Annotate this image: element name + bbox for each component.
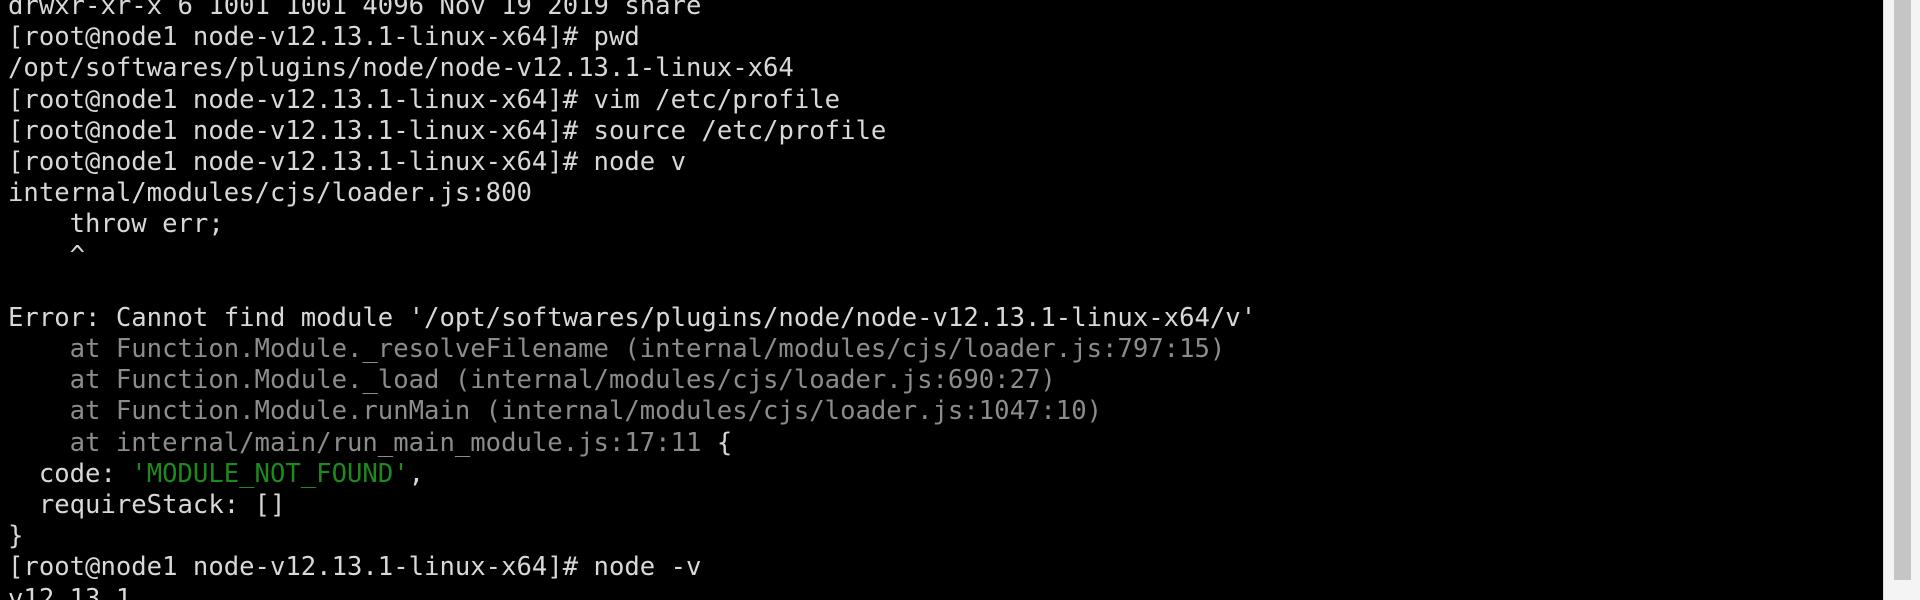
shell-prompt: [root@node1 node-v12.13.1-linux-x64]# xyxy=(8,146,594,177)
shell-prompt: [root@node1 node-v12.13.1-linux-x64]# xyxy=(8,84,594,115)
open-brace: { xyxy=(701,427,733,458)
code-key: code: xyxy=(8,458,132,489)
terminal-line-output: throw err; xyxy=(8,209,224,240)
scrollbar-thumb[interactable] xyxy=(1894,0,1911,580)
shell-prompt: [root@node1 node-v12.13.1-linux-x64]# xyxy=(8,115,594,146)
command-text: source /etc/profile xyxy=(593,115,887,146)
terminal-line-output: requireStack: [] xyxy=(8,490,286,520)
terminal-line-partial: drwxr-xr-x 6 1001 1001 4096 Nov 19 2019 … xyxy=(8,0,702,21)
stack-trace-line: at internal/main/run_main_module.js:17:1… xyxy=(8,428,1256,459)
terminal-line-command: [root@node1 node-v12.13.1-linux-x64]# so… xyxy=(8,116,1256,147)
terminal-line-output: ^ xyxy=(8,240,86,271)
terminal-line-command: [root@node1 node-v12.13.1-linux-x64]# no… xyxy=(8,552,1256,583)
terminal-line-output: code: 'MODULE_NOT_FOUND', xyxy=(8,459,1256,490)
command-text: node v xyxy=(593,146,686,177)
terminal-line-output: /opt/softwares/plugins/node/node-v12.13.… xyxy=(8,53,794,84)
comma: , xyxy=(408,458,425,489)
shell-prompt: [root@node1 node-v12.13.1-linux-x64]# xyxy=(8,22,594,53)
vertical-scrollbar[interactable] xyxy=(1883,0,1920,600)
shell-prompt: [root@node1 node-v12.13.1-linux-x64]# xyxy=(8,552,594,583)
stack-trace-line: at Function.Module._resolveFilename (int… xyxy=(8,334,1226,365)
command-text: vim /etc/profile xyxy=(593,84,841,115)
terminal-window[interactable]: drwxr-xr-x 6 1001 1001 4096 Nov 19 2019 … xyxy=(0,0,1883,600)
terminal-line-command: [root@node1 node-v12.13.1-linux-x64]# pw… xyxy=(8,22,1256,53)
terminal-line-output: v12.13.1 xyxy=(8,583,132,600)
terminal-line-command: [root@node1 node-v12.13.1-linux-x64]# vi… xyxy=(8,85,1256,116)
terminal-output: drwxr-xr-x 6 1001 1001 4096 Nov 19 2019 … xyxy=(8,0,1256,600)
stack-trace-line: at Function.Module._load (internal/modul… xyxy=(8,365,1056,396)
stack-trace-text: at internal/main/run_main_module.js:17:1… xyxy=(8,427,702,458)
terminal-line-error: Error: Cannot find module '/opt/software… xyxy=(8,302,1257,333)
terminal-line-output: } xyxy=(8,521,24,552)
command-text: node -v xyxy=(593,552,702,583)
code-value: 'MODULE_NOT_FOUND' xyxy=(131,458,409,489)
stack-trace-line: at Function.Module.runMain (internal/mod… xyxy=(8,396,1103,427)
terminal-line-output: internal/modules/cjs/loader.js:800 xyxy=(8,178,532,209)
command-text: pwd xyxy=(593,22,640,53)
terminal-line-command: [root@node1 node-v12.13.1-linux-x64]# no… xyxy=(8,147,1256,178)
